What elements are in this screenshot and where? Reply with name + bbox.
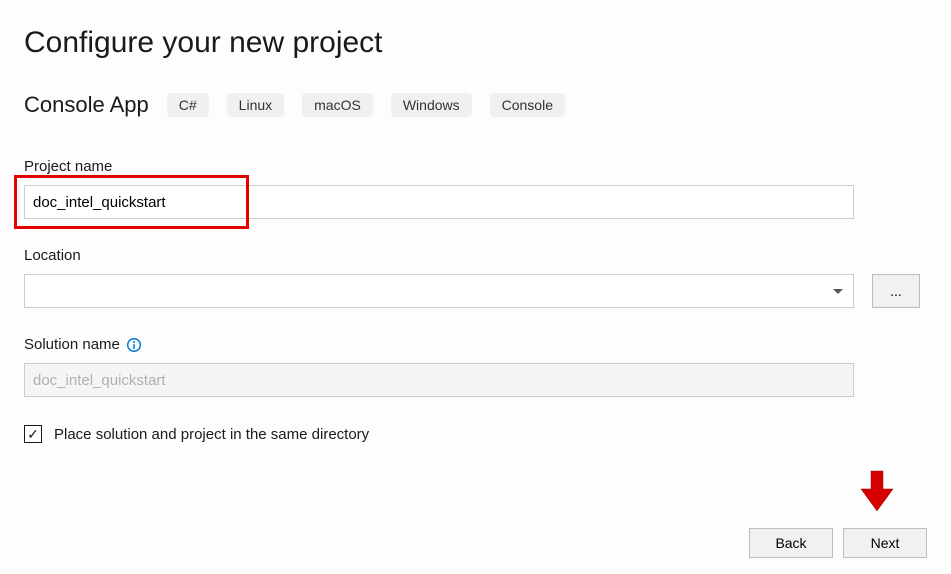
page-title: Configure your new project	[24, 26, 927, 60]
project-name-input[interactable]	[24, 185, 854, 219]
tag-csharp: C#	[167, 93, 209, 117]
footer-buttons: Back Next	[749, 528, 927, 558]
location-group: Location ...	[24, 247, 927, 308]
solution-name-label-text: Solution name	[24, 336, 120, 353]
info-icon[interactable]	[126, 337, 142, 353]
template-header: Console App C# Linux macOS Windows Conso…	[24, 92, 927, 118]
project-name-group: Project name	[24, 158, 927, 219]
same-directory-label: Place solution and project in the same d…	[54, 426, 369, 443]
tag-console: Console	[490, 93, 565, 117]
tag-windows: Windows	[391, 93, 472, 117]
back-button[interactable]: Back	[749, 528, 833, 558]
checkmark-icon: ✓	[27, 427, 39, 441]
location-combobox[interactable]	[24, 274, 854, 308]
tag-linux: Linux	[227, 93, 284, 117]
chevron-down-icon	[833, 289, 843, 294]
same-directory-row: ✓ Place solution and project in the same…	[24, 425, 927, 443]
solution-name-group: Solution name	[24, 336, 927, 397]
solution-name-input	[24, 363, 854, 397]
solution-name-label: Solution name	[24, 336, 927, 353]
same-directory-checkbox[interactable]: ✓	[24, 425, 42, 443]
browse-button[interactable]: ...	[872, 274, 920, 308]
location-label: Location	[24, 247, 927, 264]
tag-macos: macOS	[302, 93, 373, 117]
next-button[interactable]: Next	[843, 528, 927, 558]
template-name: Console App	[24, 92, 149, 118]
arrow-annotation	[857, 469, 897, 518]
project-name-label: Project name	[24, 158, 927, 175]
